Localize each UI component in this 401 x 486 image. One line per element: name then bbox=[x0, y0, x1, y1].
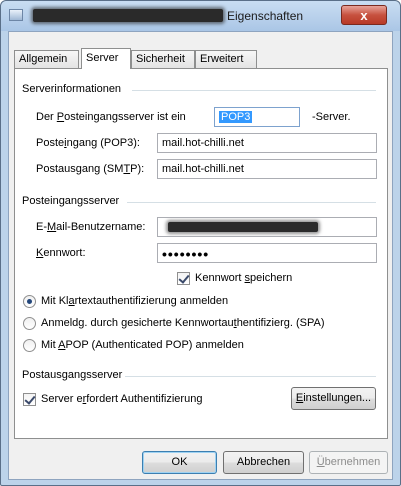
title-redacted bbox=[33, 9, 223, 22]
settings-button[interactable]: Einstellungen... bbox=[291, 387, 376, 410]
group-divider bbox=[132, 90, 376, 91]
incoming-server-group-label: Posteingangsserver bbox=[22, 195, 120, 207]
username-label: E-Mail-Benutzername: bbox=[36, 221, 146, 233]
apply-button[interactable]: Übernehmen bbox=[309, 451, 388, 474]
group-divider bbox=[125, 376, 376, 377]
window-icon bbox=[9, 9, 23, 21]
auth-plaintext-radio[interactable] bbox=[23, 295, 36, 308]
pop3-label: Posteingang (POP3): bbox=[36, 137, 140, 149]
auth-apop-label[interactable]: Mit APOP (Authenticated POP) anmelden bbox=[41, 339, 244, 351]
username-field[interactable] bbox=[157, 217, 377, 237]
tab-erweitert[interactable]: Erweitert bbox=[195, 50, 257, 68]
requires-auth-label[interactable]: Server erfordert Authentifizierung bbox=[41, 393, 202, 405]
dialog-body: Allgemein Server Sicherheit Erweitert Se… bbox=[8, 31, 393, 480]
auth-apop-radio[interactable] bbox=[23, 339, 36, 352]
outgoing-server-group-label: Postausgangsserver bbox=[22, 369, 123, 381]
server-tab-panel: Serverinformationen Der Posteingangsserv… bbox=[14, 68, 388, 439]
tab-server[interactable]: Server bbox=[81, 48, 131, 69]
tab-allgemein[interactable]: Allgemein bbox=[14, 50, 79, 68]
title-bar[interactable]: Eigenschaften x bbox=[1, 1, 400, 31]
auth-plaintext-label[interactable]: Mit Klartextauthentifizierung anmelden bbox=[41, 295, 228, 307]
password-field[interactable]: •••••••• bbox=[157, 243, 377, 263]
save-password-checkbox[interactable] bbox=[177, 272, 190, 285]
incoming-type-label: Der Posteingangsserver ist ein bbox=[36, 111, 186, 123]
close-button[interactable]: x bbox=[341, 5, 387, 25]
auth-spa-radio[interactable] bbox=[23, 317, 36, 330]
cancel-button[interactable]: Abbrechen bbox=[223, 451, 304, 474]
username-redacted bbox=[168, 222, 318, 232]
auth-spa-label[interactable]: Anmeldg. durch gesicherte Kennwortauthen… bbox=[41, 317, 325, 329]
smtp-label: Postausgang (SMTP): bbox=[36, 163, 145, 175]
group-divider bbox=[127, 202, 376, 203]
smtp-server-field[interactable]: mail.hot-chilli.net bbox=[157, 159, 377, 179]
window-title: Eigenschaften bbox=[227, 9, 304, 23]
incoming-server-type-field[interactable]: POP3 bbox=[214, 107, 300, 127]
password-label: Kennwort: bbox=[36, 247, 86, 259]
save-password-label[interactable]: Kennwort speichern bbox=[195, 272, 292, 284]
server-info-group-label: Serverinformationen bbox=[22, 83, 122, 95]
incoming-type-suffix: -Server. bbox=[312, 111, 351, 123]
pop3-server-field[interactable]: mail.hot-chilli.net bbox=[157, 133, 377, 153]
tab-sicherheit[interactable]: Sicherheit bbox=[131, 50, 195, 68]
properties-window: Eigenschaften x Allgemein Server Sicherh… bbox=[0, 0, 401, 486]
requires-auth-checkbox[interactable] bbox=[23, 393, 36, 406]
ok-button[interactable]: OK bbox=[142, 451, 217, 474]
